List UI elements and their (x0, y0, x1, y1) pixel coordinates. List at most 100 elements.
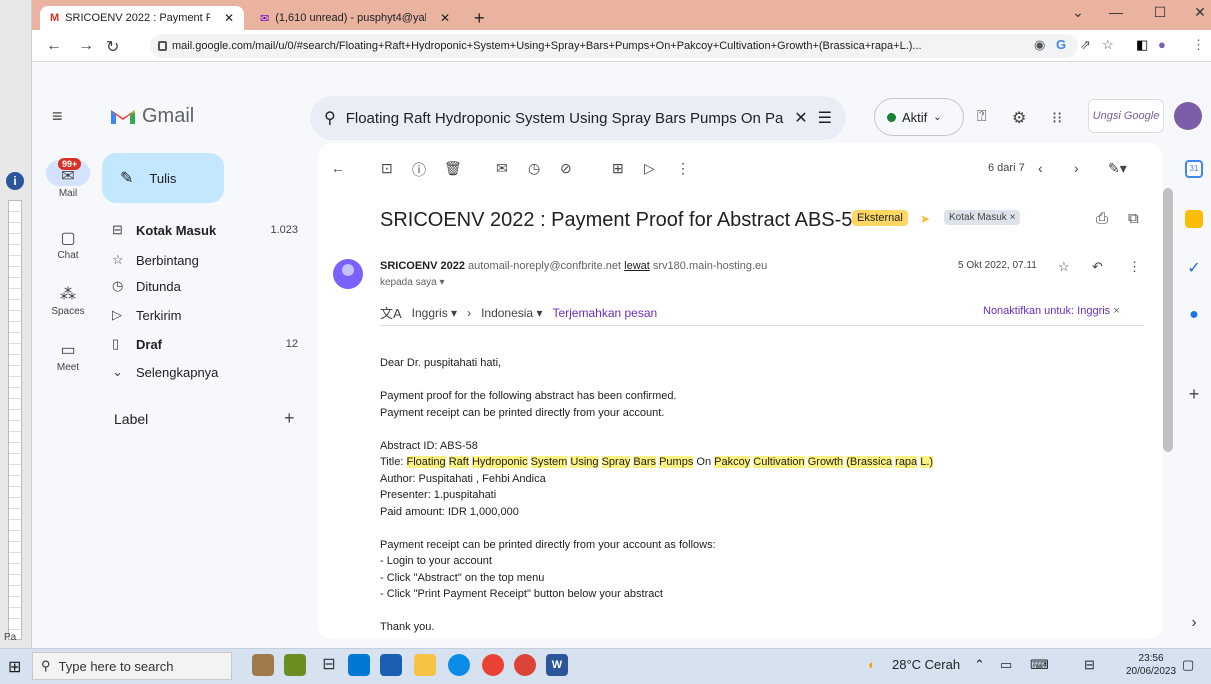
tab-sricoenv[interactable]: M SRICOENV 2022 : Payment Proof ✕ (40, 6, 244, 30)
sender-name[interactable]: SRICOENV 2022 (380, 260, 465, 272)
inbox-label-chip[interactable]: Kotak Masuk × (944, 210, 1021, 225)
gmail-wordmark[interactable]: Gmail (142, 105, 194, 128)
recipient-dropdown[interactable]: kepada saya ▾ (380, 277, 445, 288)
browser-menu-icon[interactable]: ⋮ (1192, 37, 1205, 53)
label-icon[interactable]: ▷ (644, 160, 655, 177)
get-addons-icon[interactable]: + (1185, 384, 1203, 404)
importance-marker-icon[interactable]: ➤ (920, 212, 930, 226)
maximize-icon[interactable]: ☐ (1149, 4, 1171, 21)
close-icon[interactable]: × (1113, 305, 1119, 317)
message-scrollbar[interactable] (1163, 188, 1173, 452)
newer-icon[interactable]: ‹ (1038, 160, 1043, 176)
archive-icon[interactable]: ⊡ (381, 160, 393, 177)
nav-sent[interactable]: ▷ Terkirim (112, 301, 312, 329)
more-options-icon[interactable]: ⋮ (676, 160, 690, 177)
open-new-window-icon[interactable]: ⧉ (1128, 210, 1139, 227)
move-to-icon[interactable]: ⊞ (612, 160, 624, 177)
help-icon[interactable]: ⍰ (977, 108, 987, 126)
tab-yahoo[interactable]: ✉ (1,610 unread) - pusphyt4@yaho ✕ (250, 6, 460, 30)
contacts-icon[interactable]: ● (1185, 306, 1203, 324)
taskbar-eagle-icon[interactable] (252, 654, 274, 676)
nav-inbox[interactable]: ⊟ Kotak Masuk 1.023 (112, 216, 312, 244)
expand-panel-icon[interactable]: › (1185, 614, 1203, 632)
battery-icon[interactable]: ▭ (1000, 657, 1012, 673)
settings-gear-icon[interactable]: ⚙ (1012, 108, 1026, 128)
rail-mail[interactable]: ✉ Mail (38, 166, 98, 199)
windows-start-icon[interactable]: ⊞ (8, 657, 21, 677)
close-window-icon[interactable]: ✕ (1189, 4, 1211, 21)
store-icon[interactable] (380, 654, 402, 676)
search-box[interactable]: ⚲ Floating Raft Hydroponic System Using … (310, 96, 846, 140)
weather-text[interactable]: 28°C Cerah (892, 657, 960, 672)
main-menu-icon[interactable]: ≡ (52, 106, 63, 127)
tab-search-icon[interactable]: ⌄ (1067, 4, 1089, 21)
back-icon[interactable]: ← (46, 37, 62, 55)
keep-icon[interactable] (1185, 210, 1203, 228)
reload-icon[interactable]: ↻ (106, 37, 119, 57)
add-label-icon[interactable]: + (284, 408, 295, 429)
nav-more[interactable]: ⌄ Selengkapnya (112, 358, 312, 386)
file-explorer-icon[interactable] (414, 654, 436, 676)
clear-search-icon[interactable]: ✕ (794, 108, 807, 128)
tasks-icon[interactable]: ✓ (1185, 258, 1203, 277)
older-icon[interactable]: › (1074, 160, 1079, 176)
taskbar-search[interactable]: ⚲ Type here to search (32, 652, 232, 680)
nav-snoozed[interactable]: ◷ Ditunda (112, 272, 312, 300)
search-input[interactable]: Floating Raft Hydroponic System Using Sp… (346, 110, 785, 127)
account-avatar[interactable] (1174, 102, 1202, 130)
mark-unread-icon[interactable]: ✉ (496, 160, 508, 177)
weather-icon[interactable]: ◐ (868, 657, 876, 672)
ungsi-org-logo[interactable]: Ungsi Google Apps (1088, 99, 1164, 154)
compose-button[interactable]: ✎ Tulis (102, 153, 224, 203)
message-more-icon[interactable]: ⋮ (1128, 259, 1141, 275)
url-bar[interactable]: mail.google.com/mail/u/0/#search/Floatin… (150, 34, 1078, 58)
google-icon[interactable]: G (1056, 37, 1066, 52)
tray-overflow-icon[interactable]: ⌃ (974, 657, 985, 673)
source-language-select[interactable]: Inggris ▾ (412, 306, 457, 320)
edge-icon[interactable] (448, 654, 470, 676)
notifications-icon[interactable]: ▢ (1182, 657, 1194, 673)
chrome-icon[interactable] (482, 654, 504, 676)
add-task-icon[interactable]: ⊘ (560, 160, 572, 177)
taskbar-clock[interactable]: 23:56 20/06/2023 (1126, 652, 1176, 678)
report-spam-icon[interactable]: ⓘ (412, 160, 426, 180)
snooze-icon[interactable]: ◷ (528, 160, 540, 177)
rail-spaces[interactable]: ⁂ Spaces (38, 284, 98, 317)
share-icon[interactable]: ⇗ (1080, 37, 1091, 53)
forward-icon[interactable]: → (78, 37, 94, 55)
nav-starred[interactable]: ☆ Berbintang (112, 246, 312, 274)
gmail-logo-icon[interactable] (110, 106, 136, 126)
new-tab-button[interactable]: + (474, 8, 485, 29)
close-tab-icon[interactable]: ✕ (224, 11, 234, 25)
delete-icon[interactable]: 🗑 (444, 160, 462, 177)
calendar-icon[interactable]: 31 (1185, 160, 1203, 178)
disable-translation-link[interactable]: Nonaktifkan untuk: Inggris × (983, 305, 1120, 317)
profile-icon[interactable]: ● (1158, 37, 1166, 52)
status-button[interactable]: Aktif ⌄ (874, 98, 964, 136)
chrome-profile-icon[interactable] (514, 654, 536, 676)
target-language-select[interactable]: Indonesia ▾ (481, 306, 542, 320)
print-icon[interactable]: ⎙ (1096, 210, 1108, 227)
rail-chat[interactable]: ▢ Chat (38, 228, 98, 261)
mail-app-icon[interactable] (348, 654, 370, 676)
bookmark-star-icon[interactable]: ☆ (1102, 37, 1114, 53)
keyboard-icon[interactable]: ⌨ (1030, 657, 1049, 673)
search-icon[interactable]: ⚲ (324, 108, 336, 128)
close-tab-icon[interactable]: ✕ (440, 11, 450, 25)
eye-icon[interactable]: ◉ (1034, 37, 1045, 53)
taskbar-bird-icon[interactable] (284, 654, 306, 676)
reply-icon[interactable]: ↶ (1092, 259, 1103, 275)
lock-icon[interactable] (158, 41, 167, 51)
translate-message-link[interactable]: Terjemahkan pesan (552, 306, 657, 320)
search-options-icon[interactable]: ☰ (818, 108, 832, 128)
network-icon[interactable]: ⊟ (1084, 657, 1095, 673)
back-to-list-icon[interactable]: ← (331, 160, 345, 176)
star-message-icon[interactable]: ☆ (1058, 259, 1070, 275)
sidepanel-icon[interactable]: ◧ (1136, 37, 1148, 53)
input-tools-icon[interactable]: ✎▾ (1108, 160, 1127, 177)
task-view-icon[interactable]: ⊟ (318, 654, 340, 676)
minimize-icon[interactable]: — (1105, 4, 1127, 20)
nav-drafts[interactable]: ▯ Draf 12 (112, 330, 312, 358)
word-app-icon[interactable]: W (546, 654, 568, 676)
via-link[interactable]: lewat (624, 260, 650, 272)
